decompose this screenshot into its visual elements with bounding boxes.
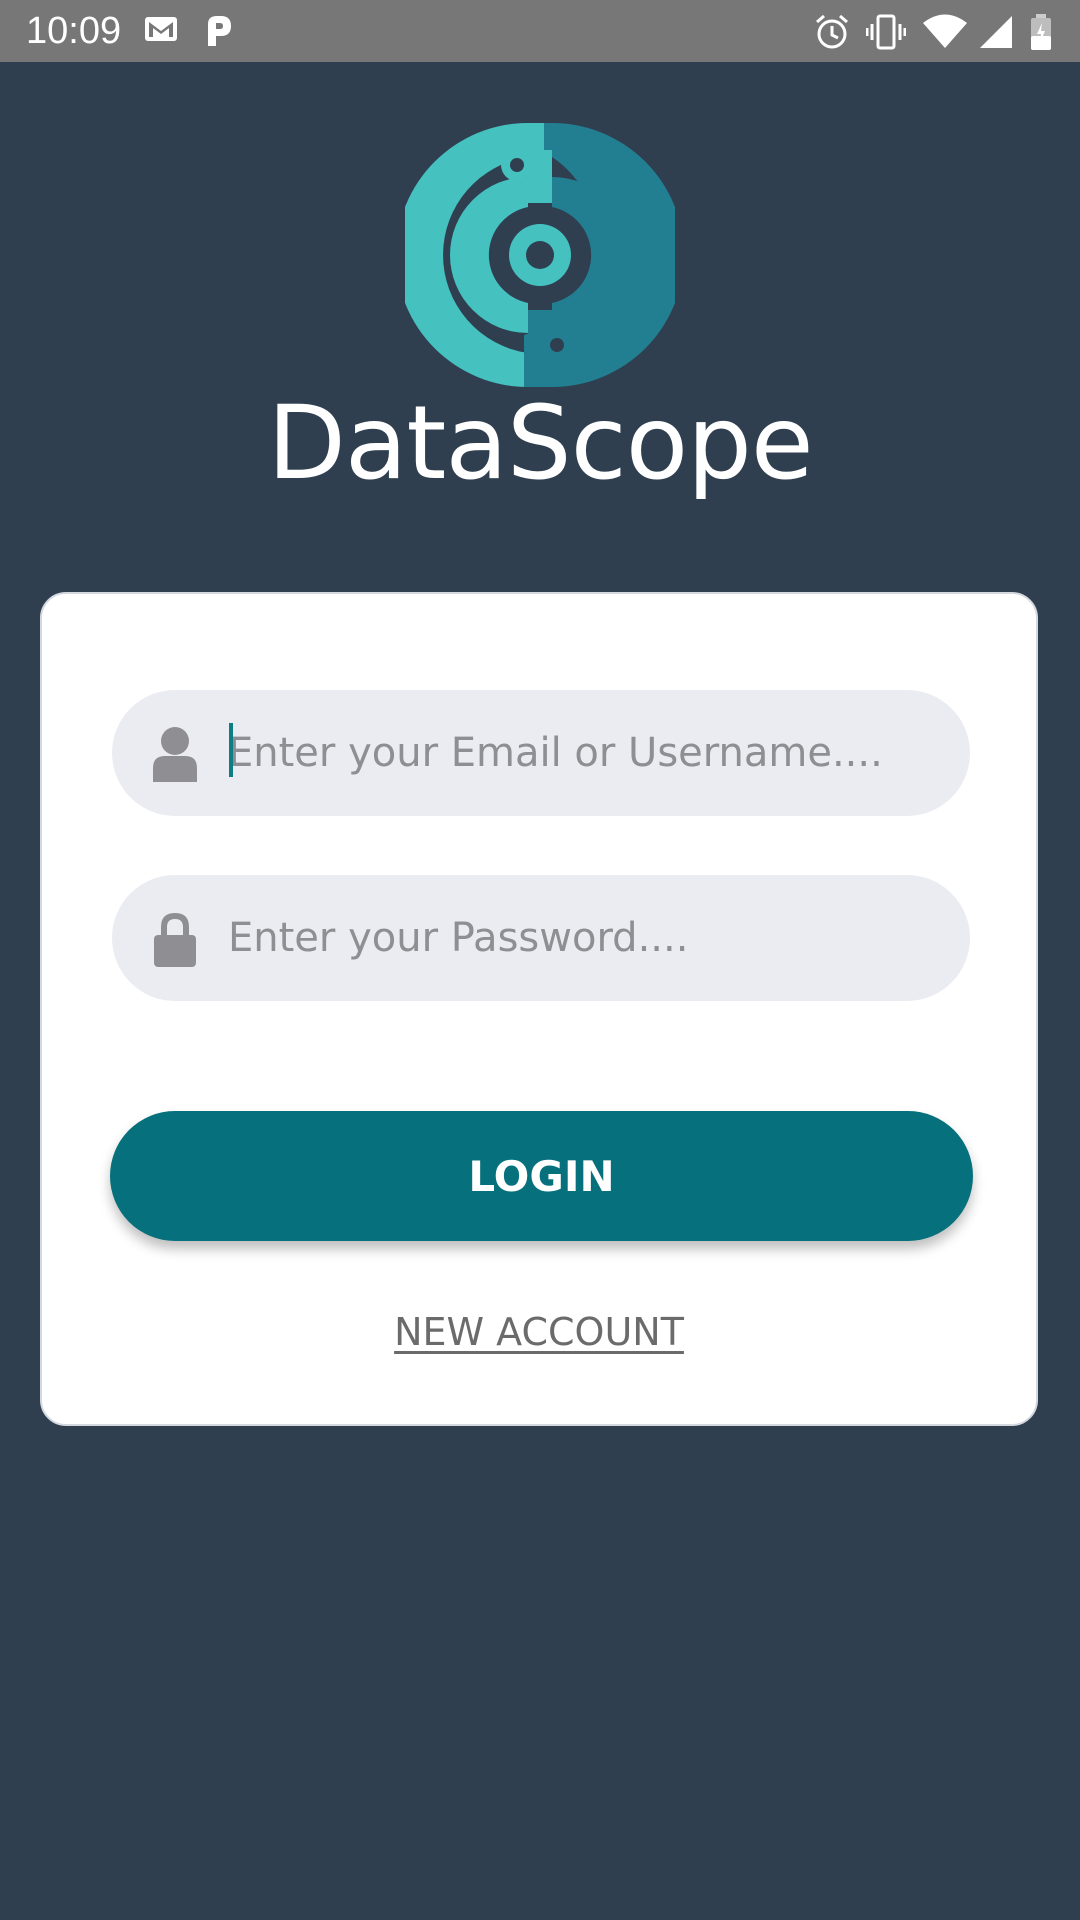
status-bar: 10:09 xyxy=(0,0,1080,62)
login-button[interactable]: LOGIN xyxy=(110,1111,973,1241)
password-input[interactable] xyxy=(228,875,928,1001)
login-card: LOGIN NEW ACCOUNT xyxy=(40,592,1038,1426)
gmail-icon xyxy=(144,14,178,48)
datascope-logo xyxy=(396,120,684,390)
parking-icon xyxy=(204,14,234,48)
user-icon xyxy=(150,726,200,782)
lock-icon xyxy=(150,911,200,967)
signal-icon xyxy=(978,14,1014,48)
wifi-icon xyxy=(922,14,968,48)
status-time: 10:09 xyxy=(26,10,122,52)
text-cursor xyxy=(229,723,233,777)
new-account-link[interactable]: NEW ACCOUNT xyxy=(42,1310,1036,1354)
brand-name: DataScope xyxy=(267,384,813,503)
battery-icon xyxy=(1030,14,1052,50)
alarm-icon xyxy=(814,14,850,49)
email-field[interactable] xyxy=(112,690,970,816)
password-field[interactable] xyxy=(112,875,970,1001)
vibrate-icon xyxy=(866,14,906,50)
email-input[interactable] xyxy=(228,690,928,816)
